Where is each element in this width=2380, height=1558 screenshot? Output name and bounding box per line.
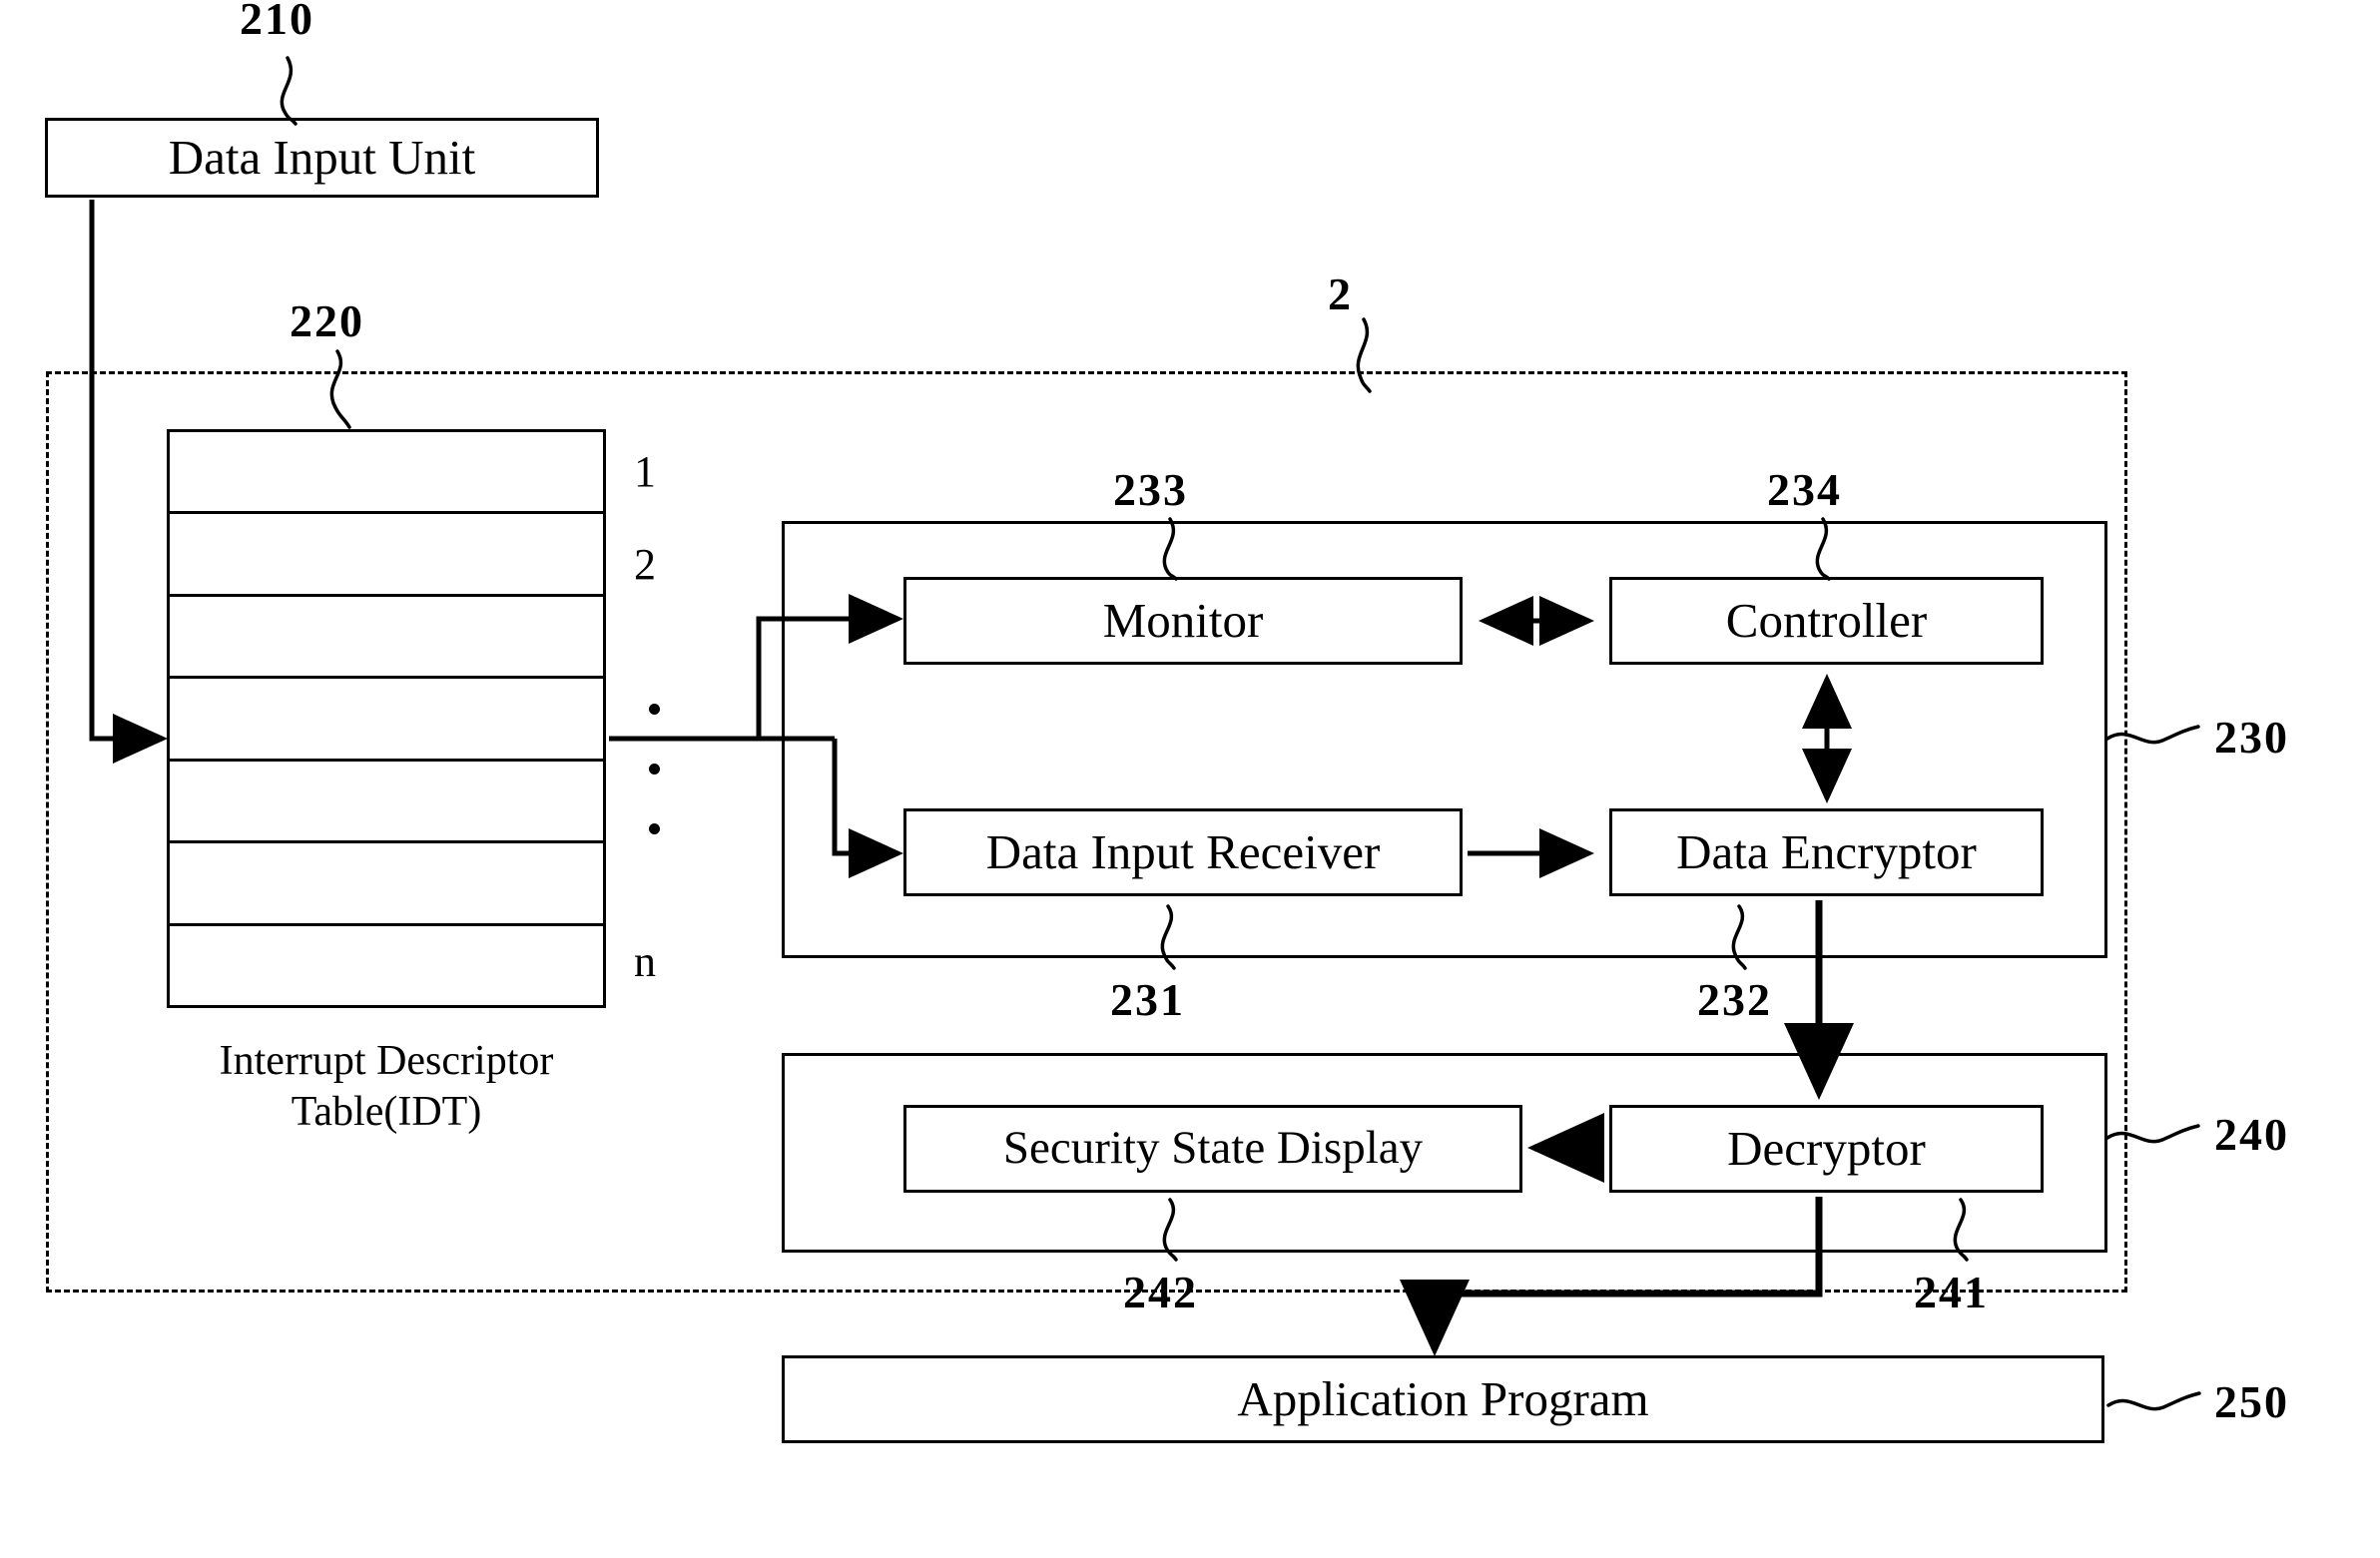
idt-row-index-1: 1: [634, 447, 656, 496]
idt-caption-line-2: Table(IDT): [291, 1089, 482, 1136]
figure-canvas: Data Input Unit 210 220 1 2 n Interrupt …: [0, 0, 2380, 1558]
idt-caption: Interrupt Descriptor Table(IDT): [127, 1036, 646, 1138]
ref-242: 242: [1123, 1267, 1198, 1317]
ref-231: 231: [1110, 974, 1185, 1025]
block-monitor-label: Monitor: [1102, 593, 1264, 649]
leader-250: [2106, 1391, 2201, 1411]
block-security-state-display-label: Security State Display: [1002, 1122, 1424, 1175]
ref-233: 233: [1113, 464, 1188, 515]
block-idt-table[interactable]: [167, 429, 606, 1008]
ref-241: 241: [1914, 1267, 1989, 1317]
idt-row: [170, 843, 603, 926]
idt-row: [170, 514, 603, 597]
block-application-program-label: Application Program: [1237, 1371, 1649, 1427]
block-monitor[interactable]: Monitor: [903, 577, 1466, 668]
ref-232: 232: [1697, 974, 1772, 1025]
ref-230: 230: [2214, 712, 2289, 763]
block-data-input-unit[interactable]: Data Input Unit: [45, 118, 602, 201]
ref-234: 234: [1767, 464, 1842, 515]
ref-250: 250: [2214, 1376, 2289, 1427]
idt-caption-line-1: Interrupt Descriptor: [219, 1038, 554, 1084]
block-data-input-receiver[interactable]: Data Input Receiver: [903, 808, 1466, 899]
block-decryptor[interactable]: Decryptor: [1609, 1105, 2047, 1196]
idt-row-index-2: 2: [634, 540, 656, 589]
ref-220: 220: [290, 295, 364, 346]
ref-2-system: 2: [1328, 268, 1353, 319]
leader-210: [280, 56, 298, 126]
block-data-input-receiver-label: Data Input Receiver: [985, 824, 1381, 880]
idt-ellipsis-dot: [649, 823, 660, 834]
block-security-state-display[interactable]: Security State Display: [903, 1105, 1525, 1196]
block-data-encryptor-label: Data Encryptor: [1676, 824, 1977, 880]
idt-ellipsis-dot: [649, 704, 660, 715]
idt-row: [170, 926, 603, 1005]
block-data-input-unit-label: Data Input Unit: [168, 130, 476, 186]
idt-row: [170, 679, 603, 762]
block-application-program[interactable]: Application Program: [782, 1355, 2107, 1446]
block-controller-label: Controller: [1725, 593, 1928, 649]
idt-row: [170, 762, 603, 844]
block-data-encryptor[interactable]: Data Encryptor: [1609, 808, 2047, 899]
idt-ellipsis-dot: [649, 764, 660, 775]
idt-row-index-n: n: [634, 937, 656, 986]
block-decryptor-label: Decryptor: [1727, 1121, 1926, 1177]
ref-240: 240: [2214, 1109, 2289, 1160]
idt-row: [170, 597, 603, 680]
ref-210: 210: [240, 0, 314, 44]
block-controller[interactable]: Controller: [1609, 577, 2047, 668]
idt-row: [170, 432, 603, 515]
